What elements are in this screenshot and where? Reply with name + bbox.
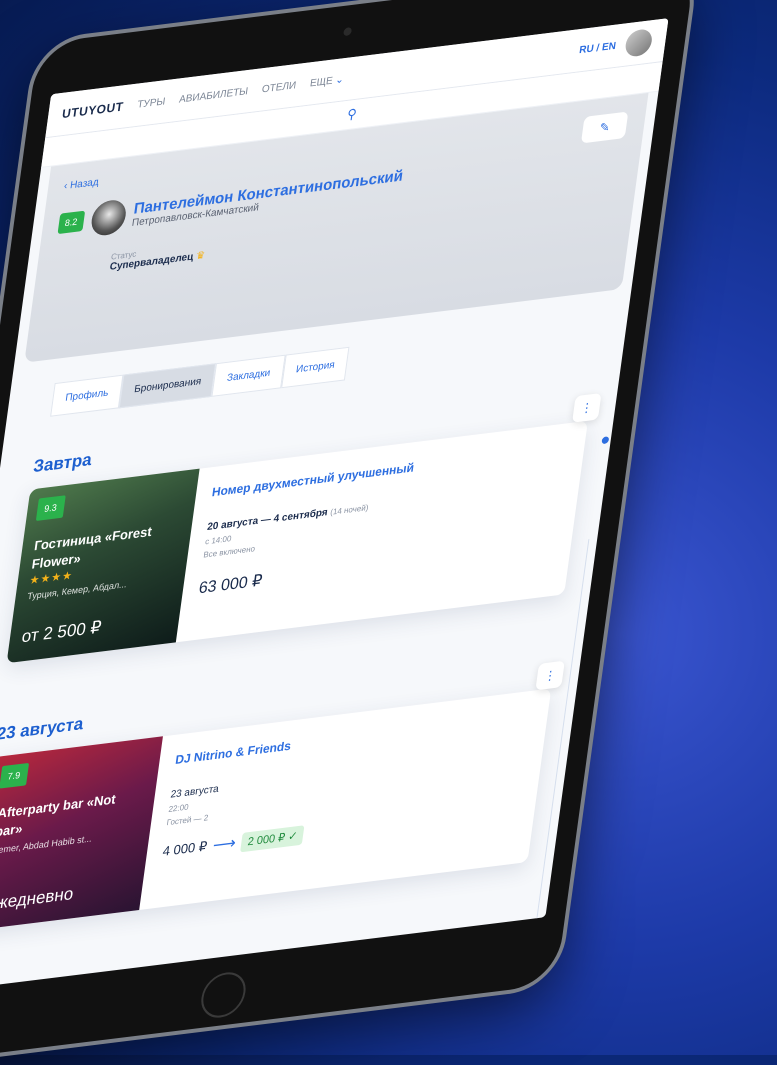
hotel-rating: 9.3 [35,495,66,521]
user-rating: 8.2 [57,210,85,235]
event-price-row: 4 000 ₽ ⟶ 2 000 ₽ ✓ [161,824,305,862]
search-icon[interactable]: ⚲ [346,106,358,124]
language-switch[interactable]: RU / EN [579,40,617,56]
nav-more[interactable]: ЕЩЕ ⌄ [309,74,344,89]
event-rating: 7.9 [0,762,29,789]
nav-flights[interactable]: АВИАБИЛЕТЫ [178,85,248,105]
nav-more-label: ЕЩЕ [309,75,334,90]
tab-bookings[interactable]: Бронирования [118,363,217,409]
tab-history[interactable]: История [280,346,350,389]
new-price: 2 000 ₽ ✓ [240,824,305,852]
user-avatar[interactable] [623,28,654,58]
room-title[interactable]: Номер двухместный улучшенный [211,460,415,499]
timeline-dot [601,436,610,445]
more-icon[interactable]: ⋮ [535,660,565,691]
tab-profile[interactable]: Профиль [50,374,124,417]
pencil-icon: ✎ [598,119,611,136]
nav-hotels[interactable]: ОТЕЛИ [261,80,297,95]
tab-bookmarks[interactable]: Закладки [211,354,286,397]
event-details: DJ Nitrino & Friends 23 августа 22:00 Го… [139,715,335,910]
hotel-details: Номер двухместный улучшенный 20 августа … [176,440,434,643]
chevron-down-icon: ⌄ [331,73,345,87]
event-schedule: Ежедневно [0,883,75,915]
event-title[interactable]: DJ Nitrino & Friends [174,735,317,767]
nav-right: RU / EN [577,28,654,63]
crown-icon: ♛ [195,249,206,263]
screen: UTUYOUT ТУРЫ АВИАБИЛЕТЫ ОТЕЛИ ЕЩЕ ⌄ RU /… [0,18,669,994]
camera [343,27,353,37]
bookings-list: Завтра ⋮ 9.3 Гостиница «Forest Flower» ★… [0,385,618,994]
tablet: UTUYOUT ТУРЫ АВИАБИЛЕТЫ ОТЕЛИ ЕЩЕ ⌄ RU /… [0,0,696,1065]
booking-price: 63 000 ₽ [197,572,264,598]
arrow-right-icon: ⟶ [211,834,237,855]
nav-tours[interactable]: ТУРЫ [137,96,166,111]
hotel-from-price: от 2 500 ₽ [20,617,103,647]
home-button[interactable] [198,969,249,1021]
hotel-image[interactable]: 9.3 Гостиница «Forest Flower» ★★★★ Турци… [6,468,200,664]
stay-nights: (14 ночей) [329,502,370,517]
logo[interactable]: UTUYOUT [61,99,124,121]
old-price: 4 000 ₽ [161,838,209,859]
profile-avatar [88,198,128,238]
tablet-frame: UTUYOUT ТУРЫ АВИАБИЛЕТЫ ОТЕЛИ ЕЩЕ ⌄ RU /… [0,0,696,1065]
more-icon[interactable]: ⋮ [572,392,602,423]
event-image[interactable]: 7.9 Afterparty bar «Not bar» Kemer, Abda… [0,736,163,931]
back-label: Назад [69,176,100,192]
